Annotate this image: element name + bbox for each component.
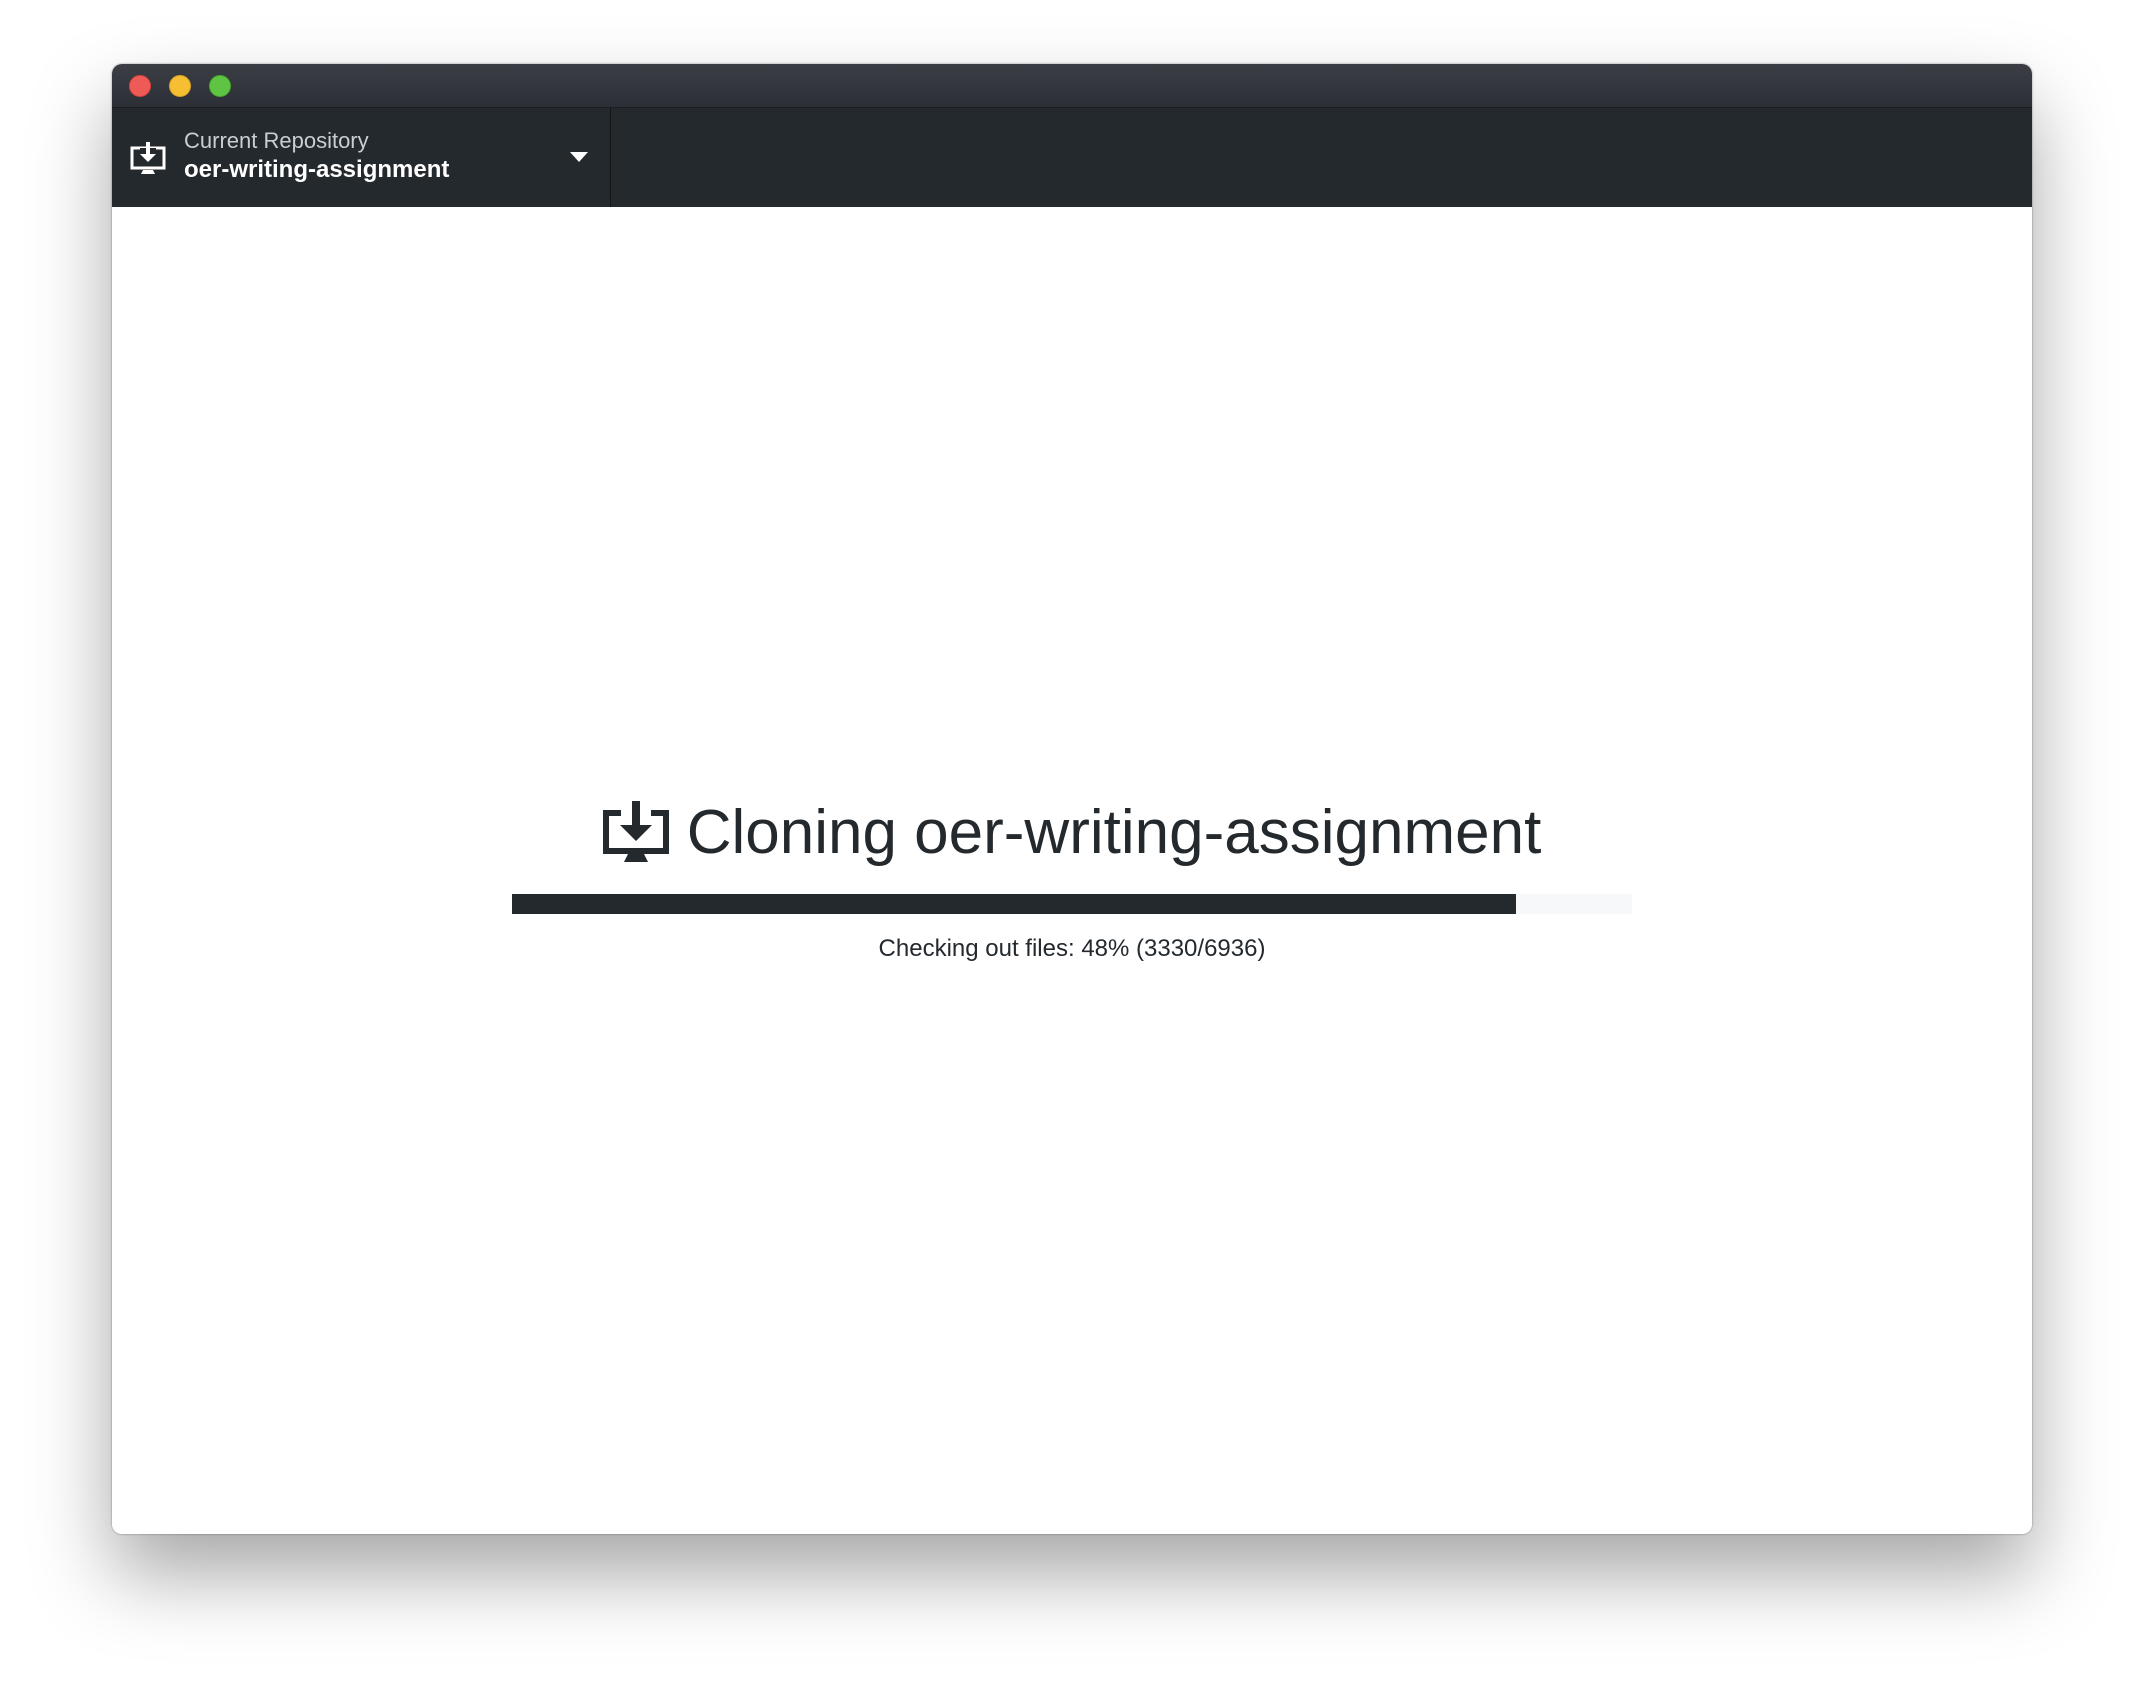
current-repository-label: Current Repository (184, 128, 369, 153)
clone-download-icon (602, 801, 669, 862)
clone-heading: Cloning oer-writing-assignment (112, 792, 2032, 872)
current-repository-name: oer-writing-assignment (184, 156, 450, 183)
main-content: Cloning oer-writing-assignment Checking … (112, 207, 2032, 1534)
current-repository-selector[interactable]: Current Repository oer-writing-assignmen… (112, 108, 611, 207)
toolbar: Current Repository oer-writing-assignmen… (112, 108, 2032, 207)
clone-progress-status: Checking out files: 48% (3330/6936) (878, 935, 1266, 962)
clone-download-icon (130, 142, 166, 174)
app-window: Current Repository oer-writing-assignmen… (112, 64, 2032, 1534)
chevron-down-icon (570, 152, 588, 162)
minimize-window-button[interactable] (169, 75, 191, 97)
clone-progress-fill (512, 894, 1516, 914)
clone-title: Cloning oer-writing-assignment (686, 797, 1542, 867)
title-bar (112, 64, 2032, 108)
close-window-button[interactable] (129, 75, 151, 97)
maximize-window-button[interactable] (209, 75, 231, 97)
clone-progress-bar (512, 894, 1632, 914)
